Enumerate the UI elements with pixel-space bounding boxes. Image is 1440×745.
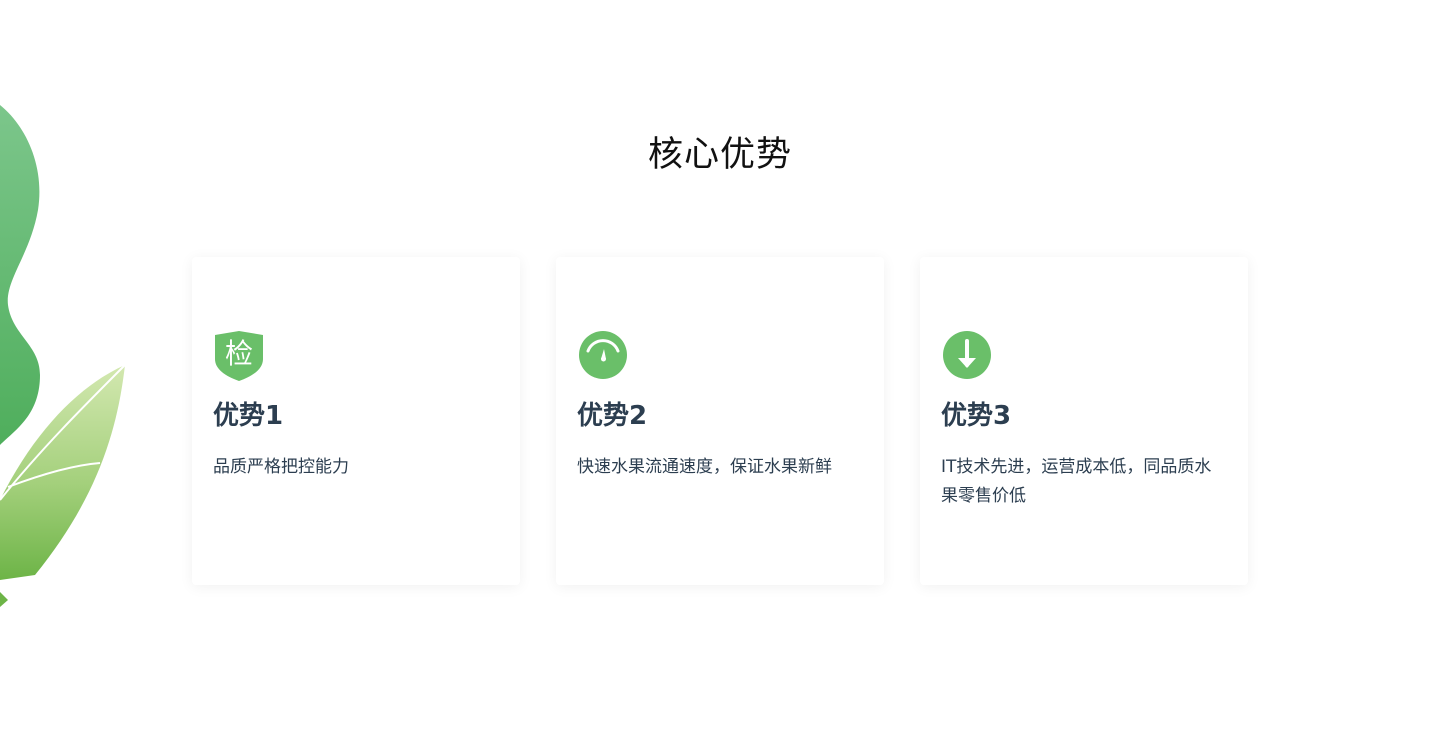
card-description: 快速水果流通速度，保证水果新鲜 [577, 457, 832, 477]
speedometer-icon [577, 329, 629, 381]
advantage-cards: 检 优势1 品质严格把控能力 优势2 快速水果流通速度，保证水果新鲜 优势3 I… [192, 257, 1248, 585]
shield-inspection-icon: 检 [213, 329, 265, 381]
advantage-card-3: 优势3 IT技术先进，运营成本低，同品质水果零售价低 [920, 257, 1248, 585]
card-description: IT技术先进，运营成本低，同品质水果零售价低 [941, 457, 1212, 506]
section-title: 核心优势 [647, 135, 792, 175]
card-title: 优势2 [577, 401, 648, 431]
advantage-card-1: 检 优势1 品质严格把控能力 [192, 257, 520, 585]
shield-icon-label: 检 [225, 337, 253, 370]
card-title: 优势1 [213, 401, 284, 431]
arrow-down-circle-icon [941, 329, 993, 381]
card-description: 品质严格把控能力 [213, 457, 349, 477]
card-title: 优势3 [941, 401, 1012, 431]
advantage-card-2: 优势2 快速水果流通速度，保证水果新鲜 [556, 257, 884, 585]
